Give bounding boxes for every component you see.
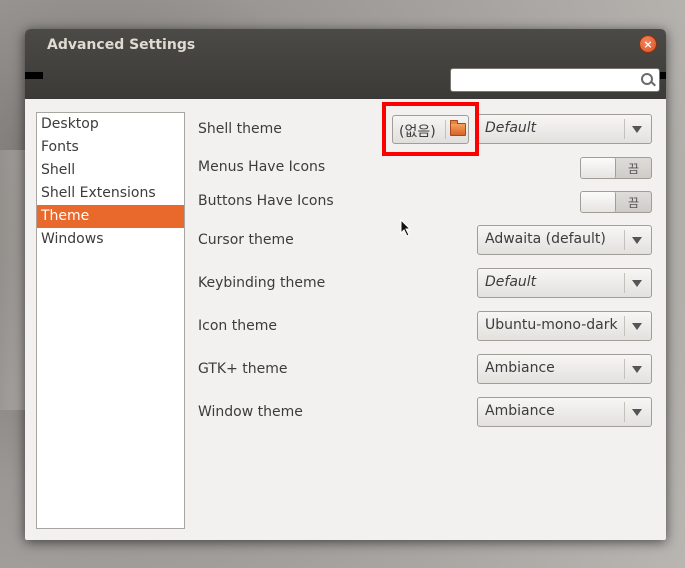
switch-state-text: 끔 (627, 162, 639, 176)
cursor-theme-value: Adwaita (default) (485, 231, 606, 247)
chevron-down-icon (632, 323, 642, 330)
window-title: Advanced Settings (47, 37, 196, 53)
keybinding-theme-value: Default (485, 274, 537, 290)
shell-theme-label: Shell theme (198, 121, 282, 137)
shell-theme-value: Default (485, 120, 537, 136)
close-icon: × (643, 38, 653, 51)
switch-state-text: 끔 (627, 196, 639, 210)
sidebar-item-shell[interactable]: Shell (37, 159, 184, 182)
keybinding-theme-combo[interactable]: Default (477, 268, 652, 298)
icon-theme-value: Ubuntu-mono-dark (485, 317, 618, 333)
window-theme-label: Window theme (198, 404, 303, 420)
sidebar-item-desktop[interactable]: Desktop (37, 113, 184, 136)
gtk-theme-combo[interactable]: Ambiance (477, 354, 652, 384)
switch-knob (581, 158, 616, 178)
buttons-have-icons-switch[interactable]: 끔 (580, 191, 652, 213)
advanced-settings-window: Advanced Settings × Desktop Fonts Shell … (25, 29, 666, 540)
sidebar-item-windows[interactable]: Windows (37, 228, 184, 251)
close-button[interactable]: × (639, 35, 657, 53)
cursor-theme-value-text: Adwaita (default) (485, 231, 606, 247)
chevron-down-icon (632, 237, 642, 244)
toolbar-left-marker (25, 72, 43, 79)
combo-separator (624, 230, 625, 250)
combo-separator (624, 316, 625, 336)
gtk-theme-label: GTK+ theme (198, 361, 288, 377)
sidebar-item-fonts[interactable]: Fonts (37, 136, 184, 159)
sidebar-item-theme[interactable]: Theme (37, 205, 184, 228)
icon-theme-combo[interactable]: Ubuntu-mono-dark (477, 311, 652, 341)
keybinding-theme-label: Keybinding theme (198, 275, 326, 291)
combo-separator (624, 119, 625, 139)
sidebar-item-shell-extensions[interactable]: Shell Extensions (37, 182, 184, 205)
search-input[interactable] (450, 68, 660, 92)
buttons-have-icons-label: Buttons Have Icons (198, 193, 334, 209)
search-icon (641, 73, 653, 85)
combo-separator (624, 273, 625, 293)
shell-theme-combo[interactable]: Default (477, 114, 652, 144)
combo-separator (624, 359, 625, 379)
annotation-highlight-box (382, 102, 479, 156)
title-bar[interactable]: Advanced Settings × (25, 29, 666, 99)
gtk-theme-value: Ambiance (485, 360, 555, 376)
chevron-down-icon (632, 126, 642, 133)
switch-knob (581, 192, 616, 212)
category-list: Desktop Fonts Shell Shell Extensions The… (36, 112, 185, 529)
menus-have-icons-switch[interactable]: 끔 (580, 157, 652, 179)
window-theme-value: Ambiance (485, 403, 555, 419)
chevron-down-icon (632, 366, 642, 373)
cursor-theme-label: Cursor theme (198, 232, 294, 248)
chevron-down-icon (632, 280, 642, 287)
icon-theme-label: Icon theme (198, 318, 277, 334)
combo-separator (624, 402, 625, 422)
cursor-theme-combo[interactable]: Adwaita (default) (477, 225, 652, 255)
chevron-down-icon (632, 409, 642, 416)
menus-have-icons-label: Menus Have Icons (198, 159, 326, 175)
window-theme-combo[interactable]: Ambiance (477, 397, 652, 427)
